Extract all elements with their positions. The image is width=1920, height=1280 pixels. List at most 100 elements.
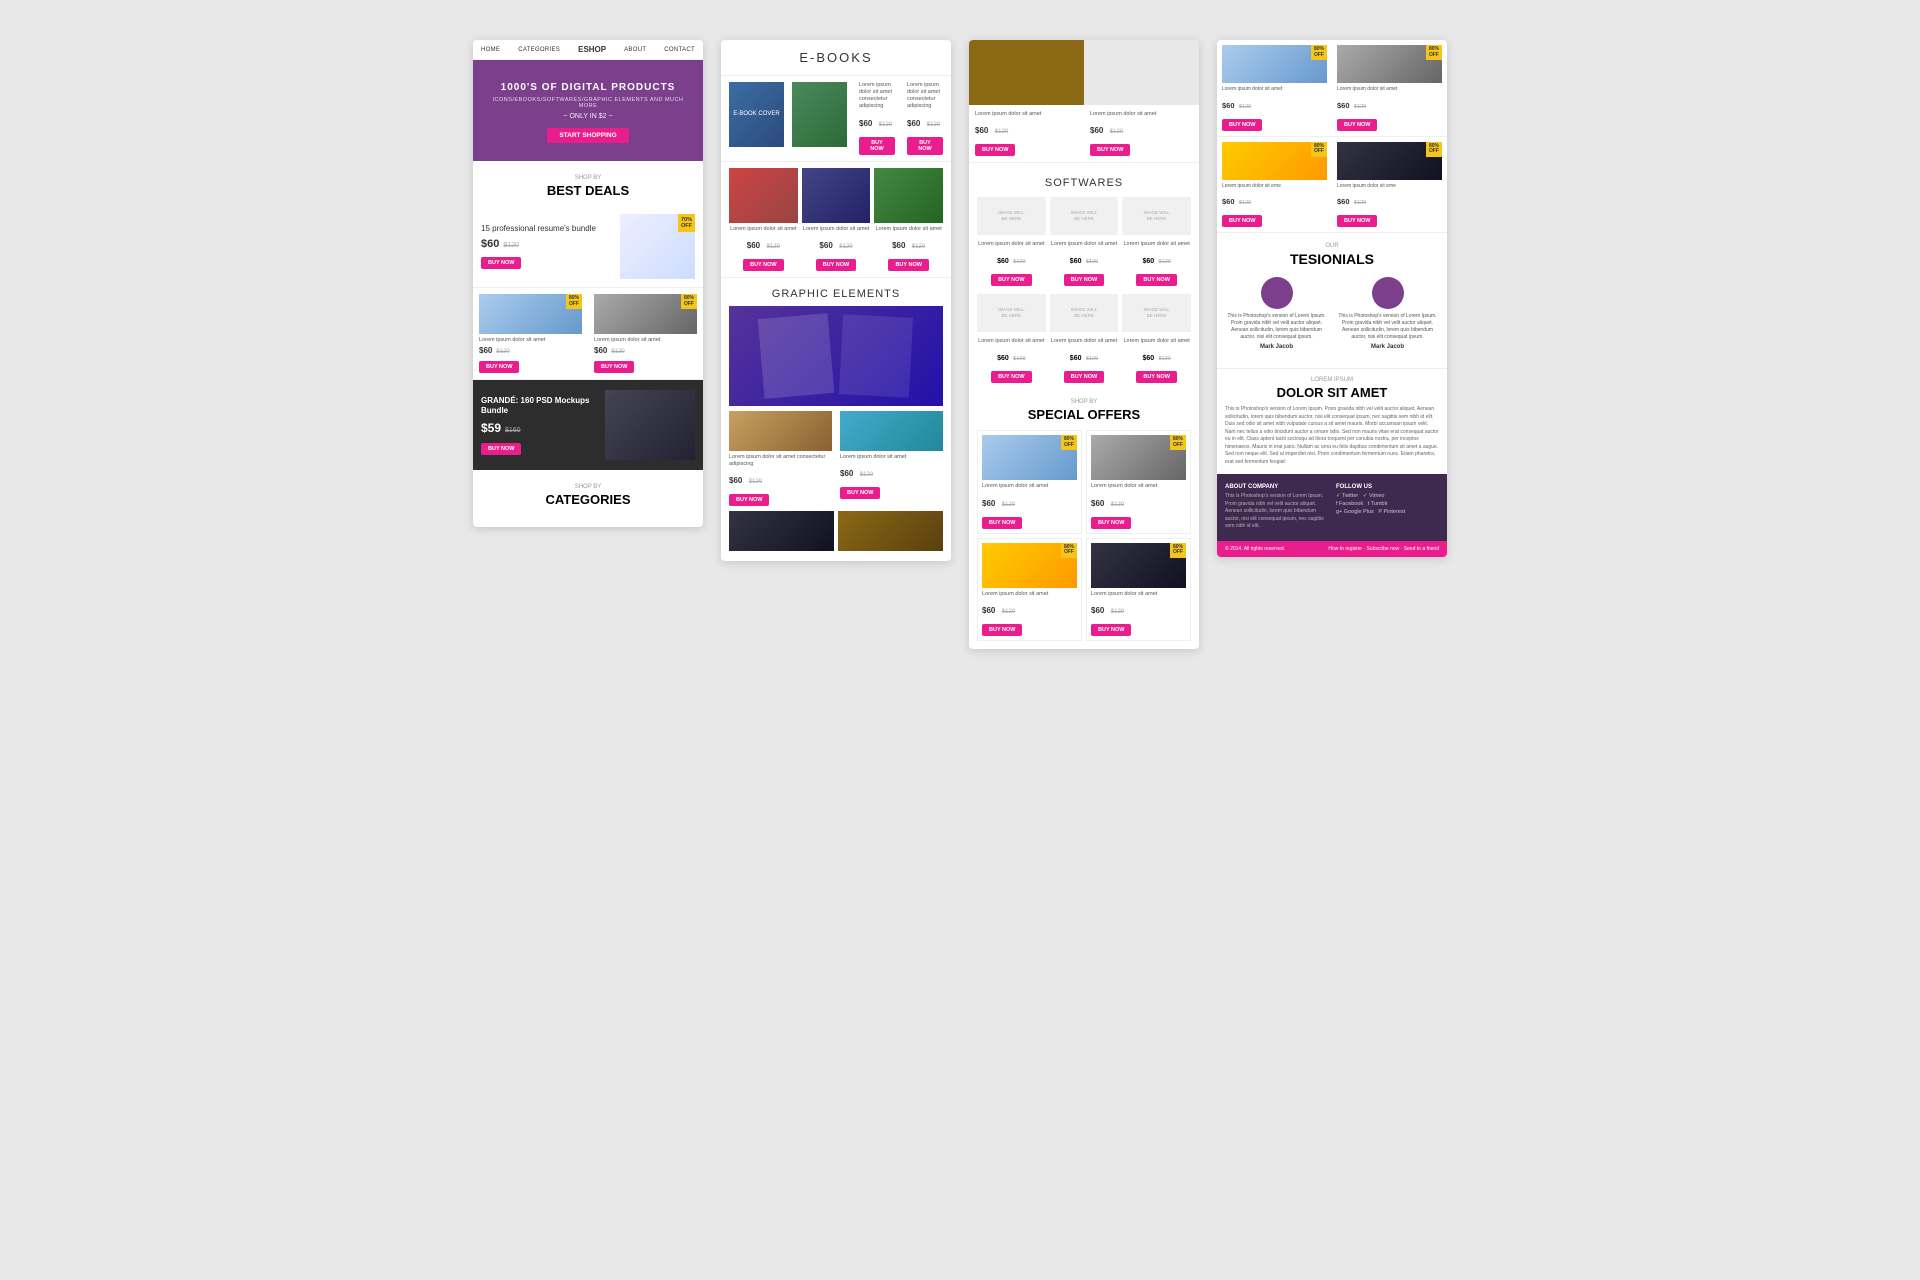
book-2-image bbox=[802, 168, 871, 223]
book-1-price: $60 bbox=[747, 241, 760, 250]
special-offers-title: SPECIAL OFFERS bbox=[977, 405, 1191, 430]
ebooks-header: E-BOOKS bbox=[721, 40, 951, 76]
ebook-2-buy-button[interactable]: BUY NOW bbox=[907, 137, 943, 155]
product-col-1: 80%OFF Lorem ipsum dolor sit amet $60 $1… bbox=[473, 288, 588, 380]
nav-contact[interactable]: CONTACT bbox=[664, 47, 695, 53]
prod-4col-1-buy-button[interactable]: BUY NOW bbox=[1222, 119, 1262, 131]
ebook-item-1: E-BOOK COVER Lorem ipsum dolor sit amet … bbox=[721, 76, 951, 162]
software-6-buy-button[interactable]: BUY NOW bbox=[1136, 371, 1176, 383]
prod-4col-1-image: 80%OFF bbox=[1222, 45, 1327, 83]
top-products-row: Lorem ipsum dolor sit amet $60 $120 BUY … bbox=[969, 105, 1199, 163]
software-info-4: Lorem ipsum dolor sit amet $60 $120 BUY … bbox=[977, 338, 1046, 383]
testimonial-1-name: Mark Jacob bbox=[1225, 344, 1328, 350]
grande-image bbox=[605, 390, 695, 460]
footer-section: ABOUT COMPANY This is Photoshop's versio… bbox=[1217, 474, 1447, 541]
software-item-5: IMAGE WILLBE HERE bbox=[1050, 294, 1119, 335]
special-1-buy-button[interactable]: BUY NOW bbox=[982, 517, 1022, 529]
nav-about[interactable]: ABOUT bbox=[624, 47, 646, 53]
ebook-1-price: $60 bbox=[859, 119, 872, 128]
prod-4col-3-buy-button[interactable]: BUY NOW bbox=[1222, 215, 1262, 227]
best-deals-section: SHOP BY BEST DEALS 15 professional resum… bbox=[473, 161, 703, 288]
graphic-2-old-price: $120 bbox=[860, 472, 873, 478]
prod-4col-2-buy-button[interactable]: BUY NOW bbox=[1337, 119, 1377, 131]
book-2-old-price: $120 bbox=[839, 244, 852, 250]
software-3-buy-button[interactable]: BUY NOW bbox=[1136, 274, 1176, 286]
ebook-1-image: E-BOOK COVER bbox=[729, 82, 784, 147]
testimonials-our-label: OUR bbox=[1225, 243, 1439, 249]
software-1-buy-button[interactable]: BUY NOW bbox=[991, 274, 1031, 286]
graphic-1-buy-button[interactable]: BUY NOW bbox=[729, 494, 769, 506]
special-1-desc: Lorem ipsum dolor sit amet bbox=[982, 483, 1077, 490]
special-1-old-price: $120 bbox=[1002, 502, 1015, 508]
book-2-buy-button[interactable]: BUY NOW bbox=[816, 259, 856, 271]
book-1-desc: Lorem ipsum dolor sit amet bbox=[729, 226, 798, 233]
special-3-old-price: $120 bbox=[1002, 609, 1015, 615]
software-item-3: IMAGE WILLBE HERE bbox=[1122, 197, 1191, 238]
prod-4col-4-desc: Lorem ipsum dolor sit eme bbox=[1337, 183, 1442, 190]
testimonial-2-text: This is Photoshop's version of Lorem Ips… bbox=[1336, 313, 1439, 341]
footer-link-twitter[interactable]: ✓ Twitter ✓ Vimeo bbox=[1336, 493, 1439, 499]
graphic-elements-section: GRAPHIC ELEMENTS Lorem ipsum dolor sit a… bbox=[721, 278, 951, 561]
book-3-buy-button[interactable]: BUY NOW bbox=[888, 259, 928, 271]
ebook-2-old-price: $120 bbox=[927, 122, 940, 128]
grande-buy-button[interactable]: BUY NOW bbox=[481, 443, 521, 455]
column-3-mockup: Lorem ipsum dolor sit amet $60 $120 BUY … bbox=[969, 40, 1199, 649]
product-2-buy-button[interactable]: BUY NOW bbox=[594, 361, 634, 373]
prod-4col-4: 80%OFF Lorem ipsum dolor sit eme $60 $12… bbox=[1332, 137, 1447, 233]
book-1-buy-button[interactable]: BUY NOW bbox=[743, 259, 783, 271]
software-2-price: $60 bbox=[1070, 258, 1082, 265]
graphic-item-2: Lorem ipsum dolor sit amet $60 $120 BUY … bbox=[836, 411, 943, 506]
special-3-buy-button[interactable]: BUY NOW bbox=[982, 624, 1022, 636]
footer-link-facebook[interactable]: f Facebook t Tumblr bbox=[1336, 501, 1439, 507]
software-info-grid-2: Lorem ipsum dolor sit amet $60 $120 BUY … bbox=[977, 338, 1191, 383]
software-item-4: IMAGE WILLBE HERE bbox=[977, 294, 1046, 335]
product-1-badge: 80%OFF bbox=[566, 294, 582, 309]
special-3-image: 80%OFF bbox=[982, 543, 1077, 588]
graphic-2-price: $60 bbox=[840, 469, 853, 478]
footer-bottom-links: How to register · Subscribe now · Send t… bbox=[1328, 546, 1439, 552]
software-4-buy-button[interactable]: BUY NOW bbox=[991, 371, 1031, 383]
prod-4col-2-badge: 80%OFF bbox=[1426, 45, 1442, 60]
top-product-1-buy-button[interactable]: BUY NOW bbox=[975, 144, 1015, 156]
featured-deal-card: 15 professional resume's bundle $60 $120… bbox=[473, 206, 703, 288]
testimonials-section: OUR TESIONIALS This is Photoshop's versi… bbox=[1217, 233, 1447, 368]
software-3-price: $60 bbox=[1142, 258, 1154, 265]
footer-link-google[interactable]: g+ Google Plus P Pinterest bbox=[1336, 509, 1439, 515]
grande-old-price: $160 bbox=[505, 427, 521, 434]
special-2-buy-button[interactable]: BUY NOW bbox=[1091, 517, 1131, 529]
nav-home[interactable]: HOME bbox=[481, 47, 500, 53]
hero-title: 1000'S OF DIGITAL PRODUCTS bbox=[485, 82, 691, 93]
prod-4col-4-buy-button[interactable]: BUY NOW bbox=[1337, 215, 1377, 227]
software-5-desc: Lorem ipsum dolor sit amet bbox=[1050, 338, 1119, 345]
book-1: Lorem ipsum dolor sit amet $60 $120 BUY … bbox=[729, 168, 798, 271]
top-product-2-buy-button[interactable]: BUY NOW bbox=[1090, 144, 1130, 156]
product-1-buy-button[interactable]: BUY NOW bbox=[479, 361, 519, 373]
software-item-6: IMAGE WILLBE HERE bbox=[1122, 294, 1191, 335]
prod-4col-4-old-price: $120 bbox=[1354, 200, 1366, 206]
book-1-old-price: $120 bbox=[767, 244, 780, 250]
prod-4col-4-image: 80%OFF bbox=[1337, 142, 1442, 180]
hero-cta-button[interactable]: START SHOPPING bbox=[547, 128, 628, 143]
nav-categories[interactable]: CATEGORIES bbox=[518, 47, 560, 53]
graphic-item-4 bbox=[838, 511, 943, 551]
special-item-3: 80%OFF Lorem ipsum dolor sit amet $60 $1… bbox=[977, 538, 1082, 641]
top-product-1-price: $60 bbox=[975, 126, 988, 135]
product-2-price: $60 bbox=[594, 346, 607, 355]
software-4-desc: Lorem ipsum dolor sit amet bbox=[977, 338, 1046, 345]
top-product-1: Lorem ipsum dolor sit amet $60 $120 BUY … bbox=[969, 105, 1084, 163]
deal-buy-button[interactable]: BUY NOW bbox=[481, 257, 521, 269]
ebook-1-buy-button[interactable]: BUY NOW bbox=[859, 137, 895, 155]
top-product-1-desc: Lorem ipsum dolor sit amet bbox=[975, 111, 1078, 118]
ebook-1-old-price: $120 bbox=[879, 122, 892, 128]
product-2-old-price: $120 bbox=[611, 349, 624, 355]
software-info-1: Lorem ipsum dolor sit amet $60 $120 BUY … bbox=[977, 241, 1046, 286]
software-5-buy-button[interactable]: BUY NOW bbox=[1064, 371, 1104, 383]
best-deals-label: SHOP BY bbox=[473, 167, 703, 181]
book-3: Lorem ipsum dolor sit amet $60 $120 BUY … bbox=[874, 168, 943, 271]
special-4-buy-button[interactable]: BUY NOW bbox=[1091, 624, 1131, 636]
software-2-buy-button[interactable]: BUY NOW bbox=[1064, 274, 1104, 286]
graphic-2-buy-button[interactable]: BUY NOW bbox=[840, 487, 880, 499]
prod-4col-1-old-price: $120 bbox=[1239, 104, 1251, 110]
testimonials-row: This is Photoshop's version of Lorem Ips… bbox=[1225, 277, 1439, 350]
special-2-image: 80%OFF bbox=[1091, 435, 1186, 480]
